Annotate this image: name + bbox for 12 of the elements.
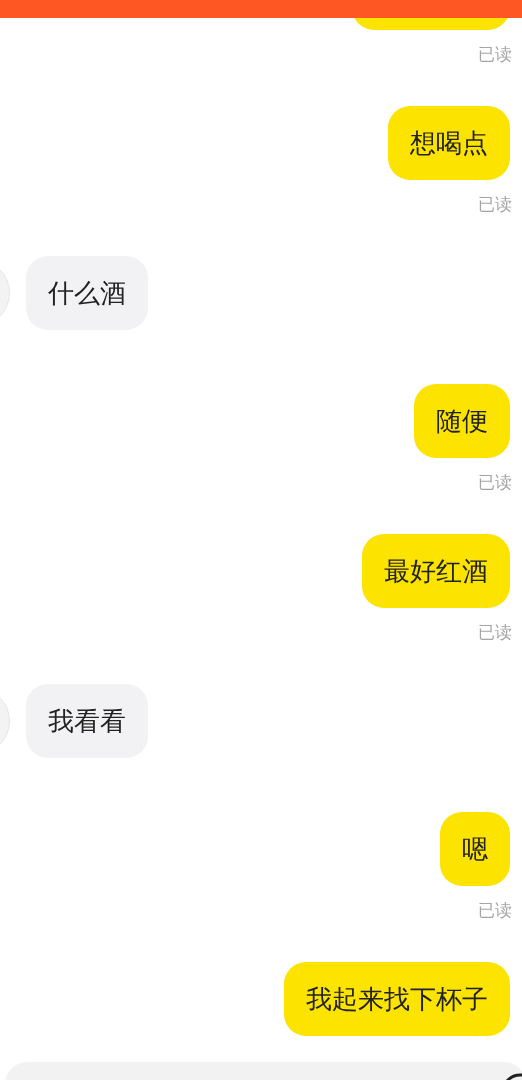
- message-bubble: 嗯: [440, 812, 510, 886]
- read-receipt: 已读: [478, 899, 512, 922]
- message-bubble: 随便: [414, 384, 510, 458]
- read-receipt: 已读: [478, 621, 512, 644]
- message-bubble: 最好红酒: [362, 534, 510, 608]
- read-receipt: 已读: [478, 193, 512, 216]
- message-bubble: 我看看: [26, 684, 148, 758]
- message-bubble: 什么酒: [26, 256, 148, 330]
- message-bubble: 想喝点: [388, 106, 510, 180]
- message-bubble: 我起来找下杯子: [284, 962, 510, 1036]
- read-receipt: 已读: [478, 43, 512, 66]
- read-receipt: 已读: [478, 471, 512, 494]
